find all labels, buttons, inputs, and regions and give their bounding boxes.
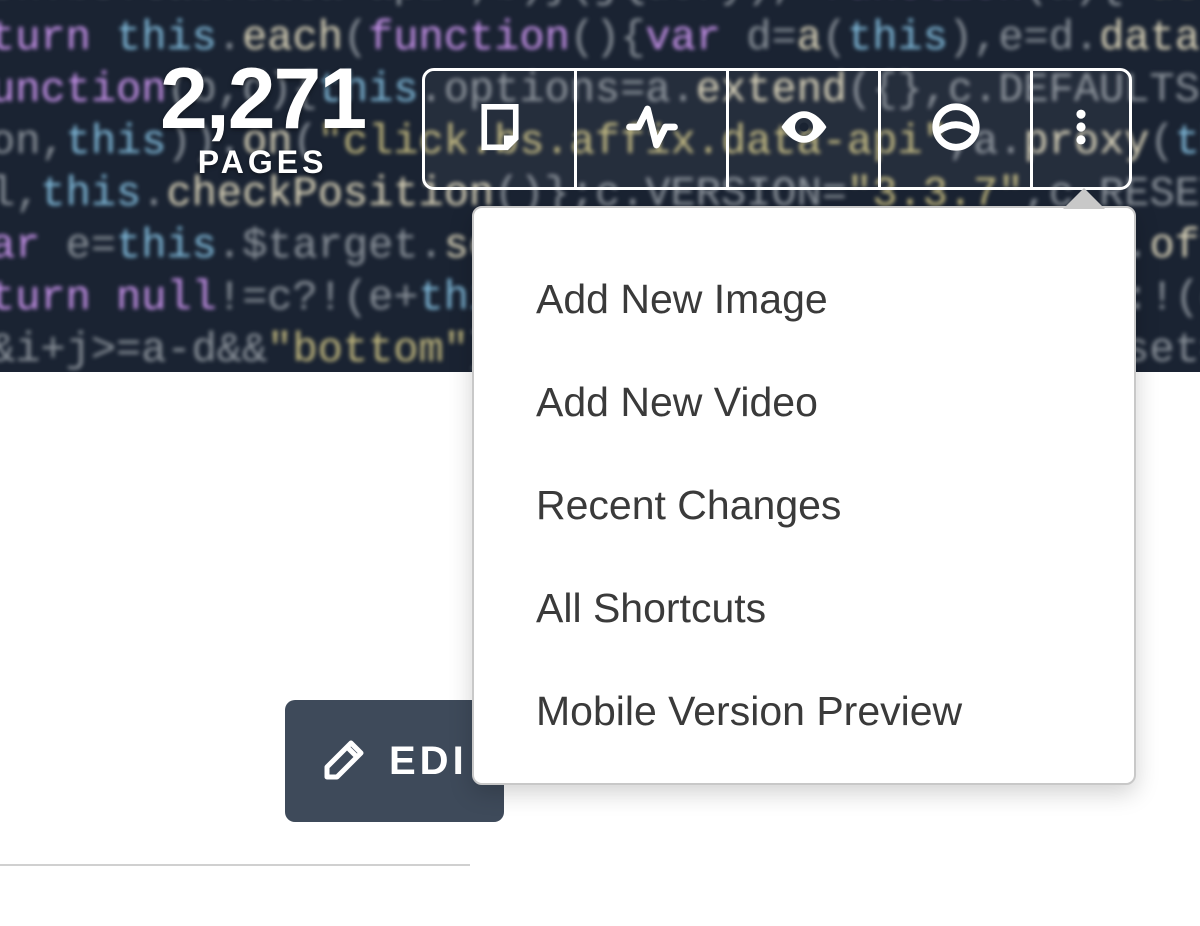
menu-item-add-video[interactable]: Add New Video: [474, 351, 1134, 454]
menu-item-add-image[interactable]: Add New Image: [474, 248, 1134, 351]
more-icon: [1059, 105, 1103, 154]
community-icon: [929, 100, 983, 159]
toolbar: [422, 68, 1132, 190]
eye-icon: [777, 100, 831, 159]
edit-button-label: EDI: [389, 739, 468, 784]
menu-item-mobile-preview[interactable]: Mobile Version Preview: [474, 660, 1134, 763]
activity-icon: [625, 100, 679, 159]
page-count-number: 2,271: [160, 56, 365, 142]
pencil-icon: [321, 735, 369, 788]
menu-item-all-shortcuts[interactable]: All Shortcuts: [474, 557, 1134, 660]
page-count: 2,271 PAGES: [160, 56, 365, 181]
page-count-label: PAGES: [160, 144, 365, 181]
random-page-button[interactable]: [729, 71, 881, 187]
add-page-button[interactable]: [425, 71, 577, 187]
dropdown-arrow: [1066, 191, 1102, 209]
divider: [0, 864, 470, 866]
more-actions-button[interactable]: [1033, 71, 1129, 187]
note-icon: [473, 100, 527, 159]
community-button[interactable]: [881, 71, 1033, 187]
menu-item-recent-changes[interactable]: Recent Changes: [474, 454, 1134, 557]
more-actions-dropdown: Add New Image Add New Video Recent Chang…: [472, 206, 1136, 785]
wiki-activity-button[interactable]: [577, 71, 729, 187]
edit-button[interactable]: EDI: [285, 700, 504, 822]
